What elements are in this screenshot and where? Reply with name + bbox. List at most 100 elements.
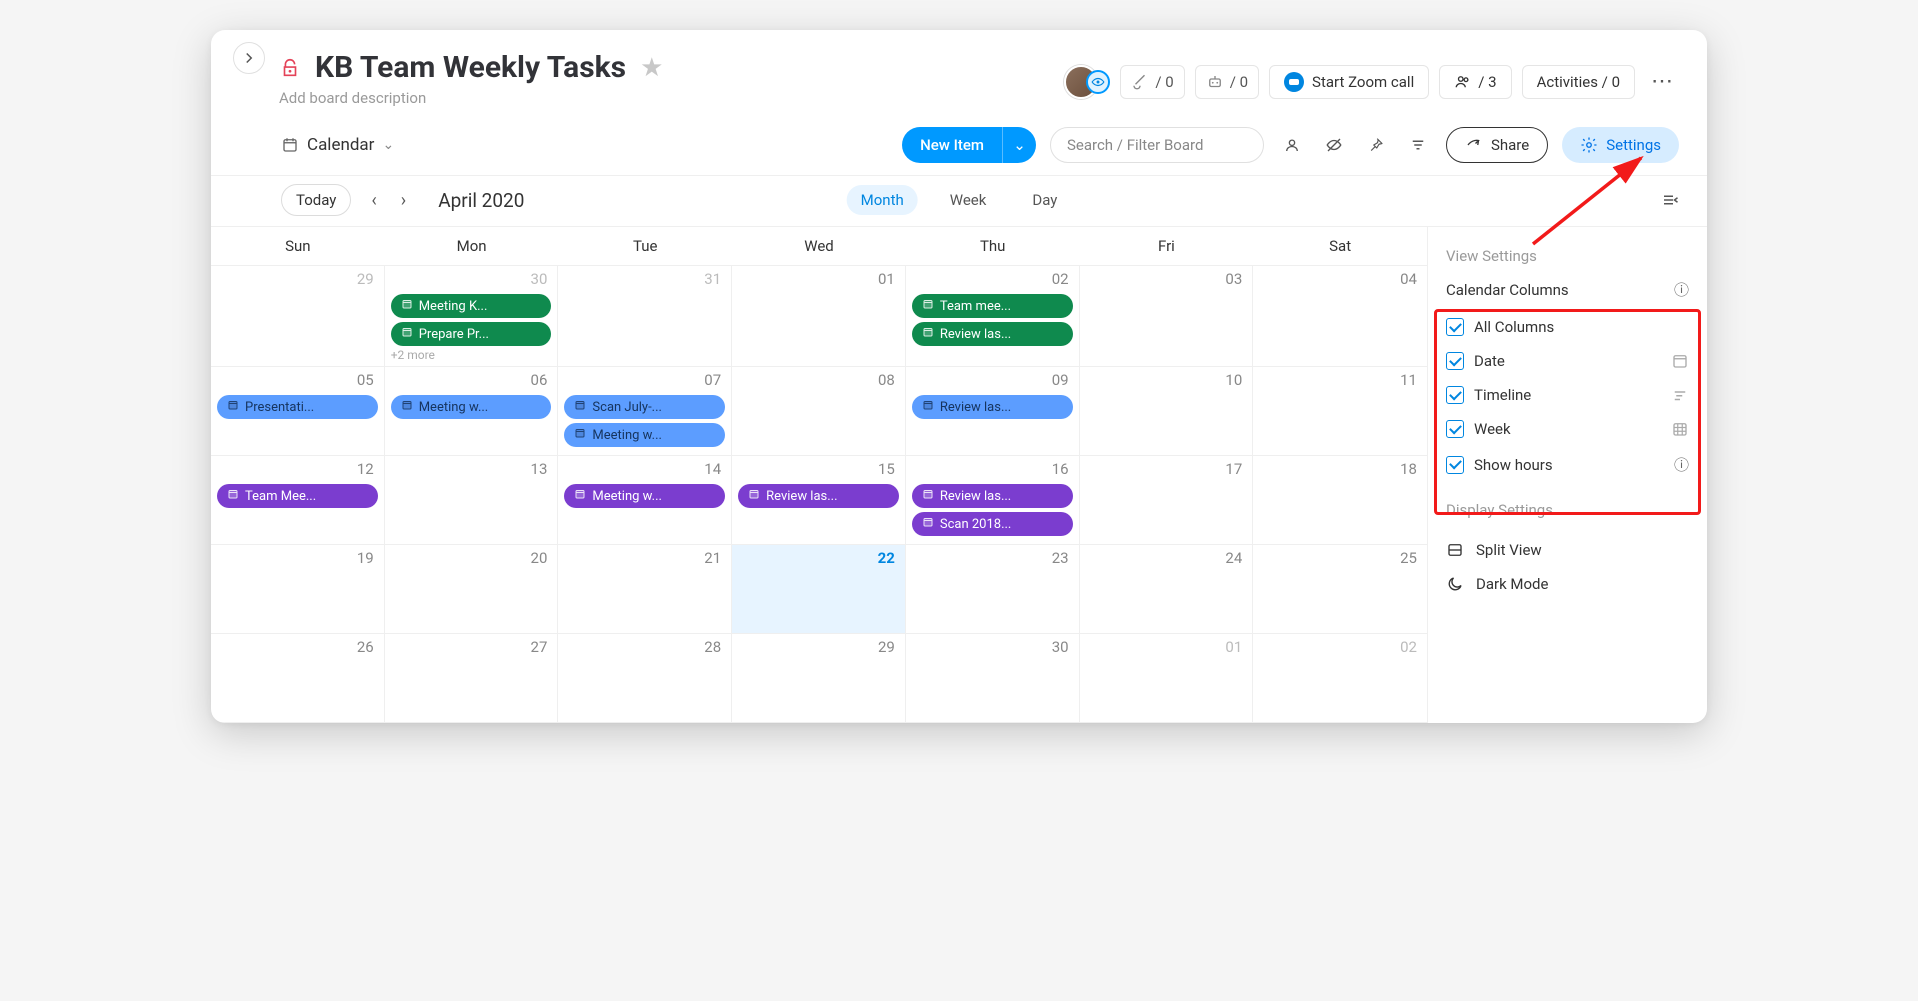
lock-icon	[279, 57, 301, 79]
day-cell[interactable]: 20	[385, 545, 559, 633]
week-row: 19202122232425	[211, 545, 1427, 634]
day-cell[interactable]: 04	[1253, 266, 1427, 366]
start-zoom-call-button[interactable]: Start Zoom call	[1269, 65, 1429, 99]
dow-header: SunMonTueWedThuFriSat	[211, 227, 1427, 266]
day-cell[interactable]: 16Review las...Scan 2018...	[906, 456, 1080, 544]
today-button[interactable]: Today	[281, 184, 351, 216]
sort-icon[interactable]	[1404, 131, 1432, 159]
favorite-star-icon[interactable]: ★	[640, 53, 663, 83]
day-cell[interactable]: 24	[1080, 545, 1254, 633]
day-cell[interactable]: 08	[732, 367, 906, 455]
calendar-event[interactable]: Meeting K...	[391, 294, 552, 318]
board-description[interactable]: Add board description	[279, 89, 1052, 107]
day-cell[interactable]: 02	[1253, 634, 1427, 722]
hide-icon[interactable]	[1320, 131, 1348, 159]
calendar-column-toggle[interactable]: All Columns	[1428, 310, 1707, 344]
new-item-dropdown[interactable]: ⌄	[1002, 127, 1036, 163]
info-icon[interactable]: ⓘ	[1674, 279, 1689, 300]
day-cell[interactable]: 11	[1253, 367, 1427, 455]
day-cell[interactable]: 03	[1080, 266, 1254, 366]
calendar-column-toggle[interactable]: Date	[1428, 344, 1707, 378]
day-cell[interactable]: 07 Scan July-... Meeting w...	[558, 367, 732, 455]
day-cell[interactable]: 31	[558, 266, 732, 366]
day-number: 11	[1400, 371, 1417, 389]
next-month-button[interactable]: ›	[397, 190, 410, 211]
day-cell[interactable]: 10	[1080, 367, 1254, 455]
dow-cell: Tue	[558, 227, 732, 266]
calendar-event[interactable]: Scan 2018...	[912, 512, 1073, 536]
dark-mode-toggle[interactable]: Dark Mode	[1428, 567, 1707, 601]
calendar-event[interactable]: Meeting w...	[391, 395, 552, 419]
day-cell[interactable]: 02Team mee...Review las...	[906, 266, 1080, 366]
day-cell[interactable]: 18	[1253, 456, 1427, 544]
day-cell[interactable]: 14Meeting w...	[558, 456, 732, 544]
calendar-event[interactable]: Team Mee...	[217, 484, 378, 508]
day-cell[interactable]: 25	[1253, 545, 1427, 633]
calendar-event[interactable]: Team mee...	[912, 294, 1073, 318]
checkbox-icon	[1446, 352, 1464, 370]
calendar-grid: SunMonTueWedThuFriSat 2930Meeting K...Pr…	[211, 227, 1427, 723]
calendar-column-toggle[interactable]: Timeline	[1428, 378, 1707, 412]
view-picker[interactable]: Calendar ⌄	[281, 135, 394, 155]
day-cell[interactable]: 01	[1080, 634, 1254, 722]
calendar-event[interactable]: Review las...	[738, 484, 899, 508]
day-cell[interactable]: 29	[732, 634, 906, 722]
day-cell[interactable]: 23	[906, 545, 1080, 633]
day-cell[interactable]: 27	[385, 634, 559, 722]
share-button[interactable]: Share	[1446, 127, 1548, 163]
calendar-event[interactable]: Prepare Pr...	[391, 322, 552, 346]
calendar-event[interactable]: Review las...	[912, 484, 1073, 508]
day-cell[interactable]: 29	[211, 266, 385, 366]
view-mode-week[interactable]: Week	[936, 185, 1001, 215]
person-filter-icon[interactable]	[1278, 131, 1306, 159]
collapse-panel-icon[interactable]	[1661, 191, 1679, 209]
calendar-event[interactable]: Review las...	[912, 322, 1073, 346]
calendar-event[interactable]: Review las...	[912, 395, 1073, 419]
integrations-button[interactable]: / 0	[1120, 65, 1184, 99]
split-view-toggle[interactable]: Split View	[1428, 533, 1707, 567]
day-cell[interactable]: 01	[732, 266, 906, 366]
day-cell[interactable]: 06Meeting w...	[385, 367, 559, 455]
board-title[interactable]: KB Team Weekly Tasks	[315, 50, 626, 85]
prev-month-button[interactable]: ‹	[367, 190, 380, 211]
activities-button[interactable]: Activities / 0	[1522, 65, 1635, 99]
calendar-event[interactable]: Meeting w...	[564, 423, 725, 447]
day-cell[interactable]: 21	[558, 545, 732, 633]
day-cell[interactable]: 05Presentati...	[211, 367, 385, 455]
split-view-icon	[1446, 541, 1464, 559]
calendar-event[interactable]: Scan July-...	[564, 395, 725, 419]
automations-button[interactable]: / 0	[1195, 65, 1259, 99]
show-hours-toggle[interactable]: Show hours ⓘ	[1428, 446, 1707, 483]
day-cell[interactable]: 22	[732, 545, 906, 633]
view-mode-month[interactable]: Month	[847, 185, 918, 215]
view-mode-day[interactable]: Day	[1018, 185, 1071, 215]
more-options-button[interactable]: ⋯	[1645, 69, 1679, 94]
calendar-event[interactable]: Presentati...	[217, 395, 378, 419]
info-icon[interactable]: ⓘ	[1674, 454, 1689, 475]
search-input[interactable]: Search / Filter Board	[1050, 127, 1264, 163]
more-events-indicator[interactable]: +2 more	[391, 348, 552, 362]
day-cell[interactable]: 12Team Mee...	[211, 456, 385, 544]
calendar-event[interactable]: Meeting w...	[564, 484, 725, 508]
day-cell[interactable]: 26	[211, 634, 385, 722]
viewers-badge[interactable]	[1086, 70, 1110, 94]
day-number: 01	[1225, 638, 1242, 656]
expand-sidebar-chevron[interactable]	[233, 42, 265, 74]
new-item-button[interactable]: New Item ⌄	[902, 127, 1036, 163]
day-cell[interactable]: 15Review las...	[732, 456, 906, 544]
members-button[interactable]: / 3	[1439, 65, 1511, 99]
day-cell[interactable]: 30	[906, 634, 1080, 722]
day-cell[interactable]: 19	[211, 545, 385, 633]
day-number: 10	[1225, 371, 1242, 389]
settings-button[interactable]: Settings	[1562, 127, 1679, 163]
day-cell[interactable]: 28	[558, 634, 732, 722]
day-cell[interactable]: 17	[1080, 456, 1254, 544]
week-icon	[1671, 420, 1689, 438]
day-cell[interactable]: 09Review las...	[906, 367, 1080, 455]
day-number: 07	[704, 371, 721, 389]
day-cell[interactable]: 30Meeting K...Prepare Pr...+2 more	[385, 266, 559, 366]
pin-icon[interactable]	[1362, 131, 1390, 159]
calendar-column-toggle[interactable]: Week	[1428, 412, 1707, 446]
chevron-right-icon	[240, 49, 258, 67]
day-cell[interactable]: 13	[385, 456, 559, 544]
